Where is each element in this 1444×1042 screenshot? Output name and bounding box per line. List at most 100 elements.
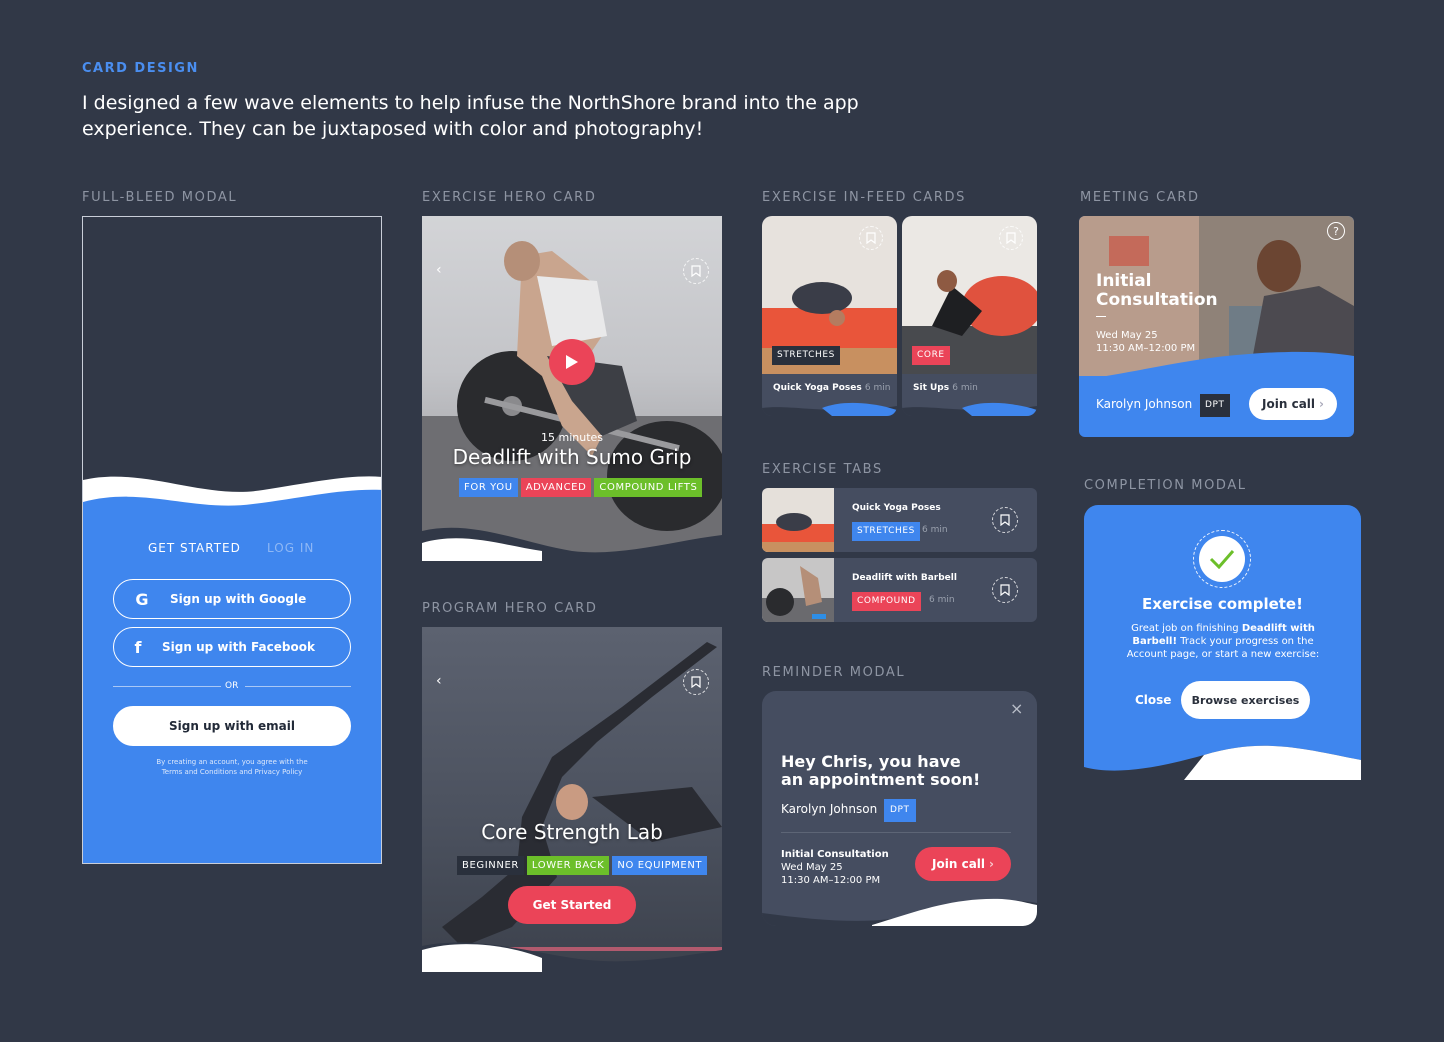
tab-log-in[interactable]: LOG IN xyxy=(267,541,314,555)
play-icon xyxy=(566,355,578,369)
tab-title: Quick Yoga Poses xyxy=(852,503,941,513)
tab-title: Deadlift with Barbell xyxy=(852,573,957,583)
section-label-full-bleed: FULL-BLEED MODAL xyxy=(82,190,238,205)
chevron-right-icon: › xyxy=(989,857,994,871)
tag-lower-back: LOWER BACK xyxy=(526,856,610,875)
email-signup-button[interactable]: Sign up with email xyxy=(113,706,351,746)
full-bleed-modal: GET STARTED LOG IN G Sign up with Google… xyxy=(82,216,382,864)
bookmark-icon[interactable] xyxy=(999,226,1023,250)
facebook-signup-label: Sign up with Facebook xyxy=(162,640,315,654)
wave-divider xyxy=(1079,351,1354,386)
section-label-completion: COMPLETION MODAL xyxy=(1084,478,1247,493)
appointment-time: 11:30 AM–12:00 PM xyxy=(781,875,881,886)
meeting-card[interactable]: Initial Consultation Wed May 25 11:30 AM… xyxy=(1079,216,1354,437)
get-started-button[interactable]: Get Started xyxy=(508,886,636,924)
exercise-hero-card[interactable]: ‹ 15 minutes Deadlift with Sumo Grip FOR… xyxy=(422,216,722,561)
google-signup-button[interactable]: G Sign up with Google xyxy=(113,579,351,619)
google-signup-label: Sign up with Google xyxy=(170,592,307,606)
meeting-title-line-1: Initial xyxy=(1096,271,1152,291)
in-feed-title: Sit Ups 6 min xyxy=(913,383,978,393)
provider-badge: DPT xyxy=(884,799,916,822)
facebook-signup-button[interactable]: f Sign up with Facebook xyxy=(113,627,351,667)
wave-accent xyxy=(762,402,897,416)
back-chevron-icon[interactable]: ‹ xyxy=(436,262,442,278)
wave-bottom xyxy=(762,898,1037,926)
checkmark-icon xyxy=(1199,536,1245,582)
tag-no-equipment: NO EQUIPMENT xyxy=(612,856,708,875)
page-eyebrow: CARD DESIGN xyxy=(82,61,199,76)
wave-bottom xyxy=(422,527,722,561)
reminder-heading-line-1: Hey Chris, you have xyxy=(781,752,961,771)
close-icon[interactable]: × xyxy=(1010,699,1023,718)
in-feed-name: Sit Ups xyxy=(913,383,950,393)
exercise-tab-deadlift[interactable]: Deadlift with Barbell COMPOUND 6 min xyxy=(762,558,1037,622)
tab-duration: 6 min xyxy=(929,595,955,605)
join-call-label: Join call xyxy=(932,857,986,871)
wave-accent xyxy=(902,402,1037,416)
in-feed-card-situps[interactable]: CORE Sit Ups 6 min xyxy=(902,216,1037,416)
legal-line-1: By creating an account, you agree with t… xyxy=(156,758,308,766)
reminder-heading-line-2: an appointment soon! xyxy=(781,770,981,789)
tab-duration: 6 min xyxy=(922,525,948,535)
appointment-title: Initial Consultation xyxy=(781,849,889,860)
section-label-reminder: REMINDER MODAL xyxy=(762,665,906,680)
reminder-heading: Hey Chris, you have an appointment soon! xyxy=(781,753,980,789)
completion-modal: Exercise complete! Great job on finishin… xyxy=(1084,505,1361,780)
tab-get-started[interactable]: GET STARTED xyxy=(148,541,241,555)
close-button[interactable]: Close xyxy=(1135,693,1171,707)
provider-name: Karolyn Johnson xyxy=(1096,397,1193,411)
section-label-meeting: MEETING CARD xyxy=(1080,190,1200,205)
program-hero-card[interactable]: ‹ Core Strength Lab BEGINNER LOWER BACK … xyxy=(422,627,722,972)
appointment-date: Wed May 25 xyxy=(781,862,843,873)
yoga-thumbnail xyxy=(762,488,834,552)
meeting-date: Wed May 25 xyxy=(1096,330,1158,341)
or-label: OR xyxy=(225,681,239,691)
back-chevron-icon[interactable]: ‹ xyxy=(436,673,442,689)
bookmark-icon[interactable] xyxy=(683,669,709,695)
in-feed-name: Quick Yoga Poses xyxy=(773,383,862,393)
program-title: Core Strength Lab xyxy=(481,820,663,844)
tag-compound: COMPOUND xyxy=(852,592,921,611)
exercise-title: Deadlift with Sumo Grip xyxy=(452,445,692,469)
help-icon[interactable]: ? xyxy=(1327,222,1345,240)
meeting-title: Initial Consultation xyxy=(1096,272,1218,310)
in-feed-card-yoga[interactable]: STRETCHES Quick Yoga Poses 6 min xyxy=(762,216,897,416)
provider-name: Karolyn Johnson xyxy=(781,802,878,816)
join-call-button[interactable]: Join call › xyxy=(915,847,1011,881)
email-signup-label: Sign up with email xyxy=(169,719,295,733)
completion-title: Exercise complete! xyxy=(1142,595,1303,613)
completion-body: Great job on finishing Deadlift with Bar… xyxy=(1118,622,1328,661)
athlete-photo xyxy=(422,241,722,561)
chevron-right-icon: › xyxy=(1319,397,1324,411)
tag-core: CORE xyxy=(912,346,950,365)
page-intro: I designed a few wave elements to help i… xyxy=(82,92,859,140)
bookmark-icon[interactable] xyxy=(992,507,1018,533)
program-tags: BEGINNER LOWER BACK NO EQUIPMENT xyxy=(457,856,708,875)
bookmark-icon[interactable] xyxy=(859,226,883,250)
section-label-tabs: EXERCISE TABS xyxy=(762,462,883,477)
wave-background xyxy=(83,476,381,863)
legal-text: By creating an account, you agree with t… xyxy=(83,757,381,777)
bookmark-icon[interactable] xyxy=(683,258,709,284)
section-label-exercise-hero: EXERCISE HERO CARD xyxy=(422,190,597,205)
meeting-title-line-2: Consultation xyxy=(1096,290,1218,310)
facebook-icon: f xyxy=(134,637,142,657)
exercise-tab-yoga[interactable]: Quick Yoga Poses STRETCHES 6 min xyxy=(762,488,1037,552)
exercise-tags: FOR YOU ADVANCED COMPOUND LIFTS xyxy=(459,478,703,497)
section-label-in-feed: EXERCISE IN-FEED CARDS xyxy=(762,190,966,205)
divider-left xyxy=(113,686,221,687)
tag-compound-lifts: COMPOUND LIFTS xyxy=(594,478,703,497)
join-call-button[interactable]: Join call › xyxy=(1249,388,1337,420)
section-label-program-hero: PROGRAM HERO CARD xyxy=(422,601,598,616)
divider xyxy=(781,832,1011,833)
bookmark-icon[interactable] xyxy=(992,577,1018,603)
tag-beginner: BEGINNER xyxy=(457,856,524,875)
legal-line-2[interactable]: Terms and Conditions and Privacy Policy xyxy=(83,767,381,777)
google-icon: G xyxy=(135,589,149,609)
divider-right xyxy=(245,686,351,687)
play-button[interactable] xyxy=(549,339,595,385)
body-intro: Great job on finishing xyxy=(1131,623,1242,634)
tag-stretches: STRETCHES xyxy=(852,522,920,541)
in-feed-title: Quick Yoga Poses 6 min xyxy=(773,383,890,393)
browse-exercises-button[interactable]: Browse exercises xyxy=(1181,681,1310,719)
